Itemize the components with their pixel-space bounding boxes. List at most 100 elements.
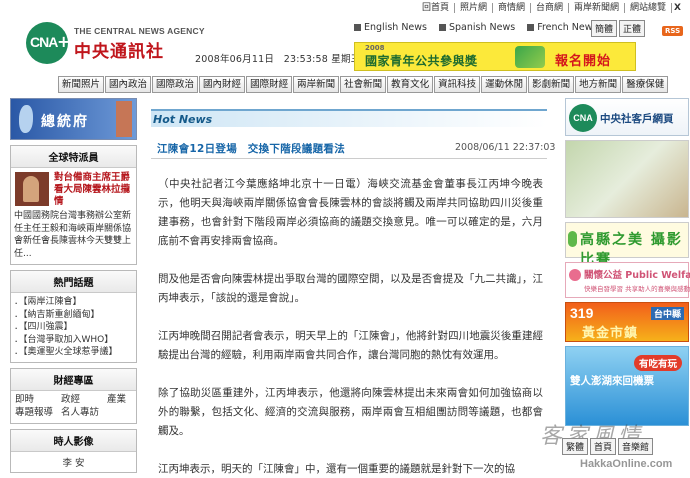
nav-tab-sports[interactable]: 運動休閒 bbox=[481, 76, 528, 93]
french-news-link[interactable]: French News bbox=[527, 22, 597, 33]
nav-tab-intl-politics[interactable]: 國際政治 bbox=[152, 76, 199, 93]
finance-link-special[interactable]: 專題報導 bbox=[15, 407, 59, 420]
finance-link-industry[interactable]: 產業 bbox=[107, 394, 132, 407]
presidential-office-banner[interactable]: 總統府 bbox=[10, 98, 137, 140]
correspondent-header: 全球特派員 bbox=[11, 146, 136, 168]
language-links: English News Spanish News French News bbox=[354, 22, 597, 33]
top-link-cross-strait[interactable]: 兩岸新聞網 bbox=[569, 3, 626, 13]
article-paragraph: 除了協助災區重建外，江丙坤表示，他還將向陳雲林提出未來兩會如何加強協商以外的聯繫… bbox=[158, 387, 543, 437]
public-welfare-ad[interactable]: 關懷公益 Public Welfare 快樂自發學習 共享助人的喜樂與感動 bbox=[565, 262, 690, 298]
building-icon bbox=[116, 101, 132, 137]
banner-title: 國家青年公共參與獎 bbox=[365, 54, 478, 68]
people-name[interactable]: 李 安 bbox=[11, 452, 136, 472]
welfare-label: 關懷公益 Public Welfare bbox=[584, 270, 690, 281]
article-paragraph: 問及他是否會向陳雲林提出爭取台灣的國際空間，以及是否會提及「九二共識」，江丙坤表… bbox=[158, 273, 543, 304]
hot-topic-item[interactable]: ．【納吉斯重創緬甸】 bbox=[14, 309, 133, 322]
english-news-label: English News bbox=[364, 22, 427, 33]
banner-cta: 報名開始 bbox=[555, 54, 612, 69]
feature-headline[interactable]: 對台備商主席王爵看大局陳雲林拉攏情 bbox=[54, 172, 133, 208]
hot-topic-item[interactable]: ．【四川強震】 bbox=[14, 321, 133, 334]
finance-link-politics-econ[interactable]: 政經 bbox=[61, 394, 105, 407]
hot-topic-item[interactable]: ．【兩岸江陳會】 bbox=[14, 296, 133, 309]
bullet-icon bbox=[527, 24, 535, 31]
nav-tab-domestic-finance[interactable]: 國內財經 bbox=[199, 76, 246, 93]
nav-tab-photos[interactable]: 新聞照片 bbox=[58, 76, 105, 93]
hot-topics-header: 熱門話題 bbox=[11, 271, 136, 293]
cna-small-logo: CNA bbox=[569, 104, 597, 132]
bullet-icon bbox=[439, 24, 446, 31]
nav-tab-domestic-politics[interactable]: 國內政治 bbox=[105, 76, 152, 93]
client-pages-label: 中央社客戶網頁 bbox=[600, 113, 674, 125]
top-link-photo[interactable]: 照片網 bbox=[455, 3, 493, 13]
divider bbox=[151, 158, 547, 159]
hot-topic-item[interactable]: ．【奧運聖火全球惹爭議】 bbox=[14, 346, 133, 359]
finance-link-realtime[interactable]: 即時 bbox=[15, 394, 59, 407]
hot-topic-item[interactable]: ．【台灣爭取加入WHO】 bbox=[14, 334, 133, 347]
taiwan-map-icon bbox=[19, 105, 33, 133]
plus-icon: + bbox=[57, 32, 71, 51]
nav-tab-intl-finance[interactable]: 國際財經 bbox=[246, 76, 293, 93]
hot-topics-list: ．【兩岸江陳會】 ．【納吉斯重創緬甸】 ．【四川強震】 ．【台灣爭取加入WHO】… bbox=[11, 293, 136, 362]
article-title: 江陳會12日登場 交換下階段議題看法 bbox=[157, 143, 346, 155]
penghu-text: 雙人澎湖來回機票 bbox=[570, 375, 654, 387]
feature-story[interactable]: 對台備商主席王爵看大局陳雲林拉攏情 中國國務院台灣事務辦公室新任主任王毅和海峽兩… bbox=[11, 168, 136, 264]
hot-news-header: Hot News bbox=[151, 109, 547, 127]
taichung-county: 台中縣 bbox=[650, 307, 684, 320]
finance-box: 財經專區 即時 政經 產業 專題報導 名人專訪 bbox=[10, 367, 137, 424]
finance-header: 財經專區 bbox=[11, 368, 136, 391]
traditional-toggle[interactable]: 繁體 bbox=[562, 438, 589, 455]
penghu-tag: 有吃有玩 bbox=[633, 355, 682, 371]
people-box: 時人影像 李 安 bbox=[10, 428, 137, 473]
nav-tab-local[interactable]: 地方新聞 bbox=[575, 76, 622, 93]
scenery-ad[interactable] bbox=[565, 140, 689, 218]
watermark-url: HakkaOnline.com bbox=[580, 458, 673, 470]
article-body: （中央社記者江今葉應絡坤北京十一日電）海峽交流基金會董事長江丙坤今晚表示，他明天… bbox=[158, 175, 543, 478]
simplified-button[interactable]: 簡體 bbox=[591, 20, 618, 37]
left-sidebar: 總統府 全球特派員 對台備商主席王爵看大局陳雲林拉攏情 中國國務院台灣事務辦公室… bbox=[10, 98, 137, 473]
correspondent-box: 全球特派員 對台備商主席王爵看大局陳雲林拉攏情 中國國務院台灣事務辦公室新任主任… bbox=[10, 145, 137, 265]
music-button[interactable]: 音樂館 bbox=[618, 438, 654, 455]
top-link-business[interactable]: 商情網 bbox=[493, 3, 531, 13]
bottom-toolbar: 繁體 首頁 音樂館 bbox=[562, 438, 654, 455]
article-paragraph: （中央社記者江今葉應絡坤北京十一日電）海峽交流基金會董事長江丙坤今晚表示，他明天… bbox=[158, 178, 543, 247]
top-links: 回首頁 照片網 商情網 台商網 兩岸新聞網 網站總覽 X bbox=[417, 0, 686, 16]
agency-name-cn: 中央通訊社 bbox=[74, 42, 164, 62]
top-link-taiwan-business[interactable]: 台商網 bbox=[531, 3, 570, 13]
presidential-office-label: 總統府 bbox=[41, 114, 89, 130]
traditional-button[interactable]: 正體 bbox=[619, 20, 646, 37]
youth-award-banner[interactable]: 2008 國家青年公共參與獎 報名開始 bbox=[354, 42, 636, 71]
nav-tab-health[interactable]: 醫療保健 bbox=[622, 76, 669, 93]
cna-logo[interactable]: CNA + bbox=[26, 22, 71, 64]
client-pages-banner[interactable]: CNA 中央社客戶網頁 bbox=[565, 98, 689, 136]
rss-icon[interactable]: RSS bbox=[662, 26, 684, 36]
finance-links: 即時 政經 產業 專題報導 名人專訪 bbox=[11, 391, 136, 423]
french-news-label: French News bbox=[537, 22, 598, 33]
top-link-sitemap[interactable]: 網站總覽 bbox=[625, 3, 673, 13]
taichung-number: 319 bbox=[570, 305, 594, 321]
home-button[interactable]: 首頁 bbox=[590, 438, 617, 455]
bullet-icon bbox=[354, 24, 361, 31]
logo-text: CNA bbox=[30, 34, 58, 50]
finance-link-interview[interactable]: 名人專訪 bbox=[61, 407, 105, 420]
penghu-ad[interactable]: 有吃有玩 雙人澎湖來回機票 bbox=[565, 346, 689, 426]
hot-topics-box: 熱門話題 ．【兩岸江陳會】 ．【納吉斯重創緬甸】 ．【四川強震】 ．【台灣爭取加… bbox=[10, 270, 137, 363]
top-link-home[interactable]: 回首頁 bbox=[417, 3, 455, 13]
article-date: 2008/06/11 22:37:03 bbox=[455, 142, 556, 153]
nav-tab-entertainment[interactable]: 影劇新聞 bbox=[528, 76, 575, 93]
nav-tab-education[interactable]: 教育文化 bbox=[387, 76, 434, 93]
taichung-ad[interactable]: 319 台中縣 黃金市鎮 bbox=[565, 302, 689, 342]
spanish-news-link[interactable]: Spanish News bbox=[439, 22, 515, 33]
script-switch: 簡體 正體 bbox=[591, 20, 646, 37]
current-datetime: 2008年06月11日 23:53:58 星期三 bbox=[195, 54, 361, 65]
english-news-link[interactable]: English News bbox=[354, 22, 427, 33]
people-header: 時人影像 bbox=[11, 429, 136, 452]
nav-tab-cross-strait[interactable]: 兩岸新聞 bbox=[293, 76, 340, 93]
article-paragraph: 江丙坤表示，明天的「江陳會」中，還有一個重要的議題就是針對下一次的協 bbox=[158, 463, 515, 475]
photo-contest-ad[interactable]: 高縣之美 攝影比賽 bbox=[565, 222, 689, 268]
nav-tab-society[interactable]: 社會新聞 bbox=[340, 76, 387, 93]
category-nav: 新聞照片 國內政治 國際政治 國內財經 國際財經 兩岸新聞 社會新聞 教育文化 … bbox=[58, 76, 669, 93]
banner-figure-icon bbox=[515, 46, 545, 68]
close-icon[interactable]: X bbox=[672, 3, 686, 13]
nav-tab-tech[interactable]: 資訊科技 bbox=[434, 76, 481, 93]
feature-description: 中國國務院台灣事務辦公室新任主任王毅和海峽兩岸關係協會新任會長陳雲林今天雙雙上任… bbox=[14, 211, 132, 259]
